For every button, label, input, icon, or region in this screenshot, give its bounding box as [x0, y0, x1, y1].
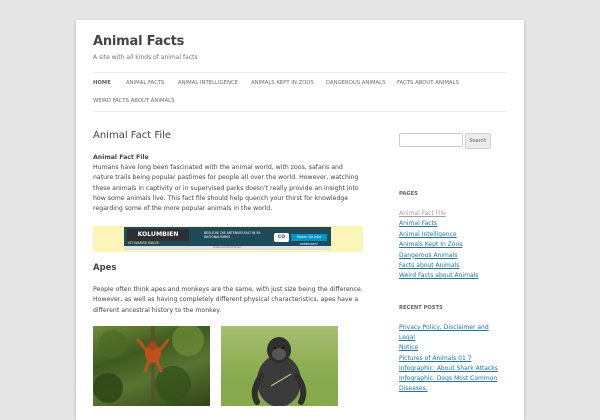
nav-item-animal-facts[interactable]: Animal Facts: [126, 80, 164, 86]
section-body-apes: People often think apes and monkeys are …: [93, 286, 363, 314]
nav-item-weird-facts-about-animals[interactable]: Weird Facts About Animals: [93, 98, 174, 104]
advertisement-banner[interactable]: KOLUMBIEN IST WAHRE MAGIE BESUCHE DIE AR…: [93, 226, 363, 252]
site-title[interactable]: Animal Facts: [93, 34, 184, 49]
pages-widget-title: Pages: [399, 191, 418, 197]
page-link-animal-fact-file[interactable]: Animal Fact File: [399, 209, 499, 219]
pages-list: Animal Fact File Animal Facts Animal Int…: [399, 209, 499, 282]
entry-body: Humans have long been fascinated with th…: [93, 164, 359, 213]
page-link-animals-kept-in-zoos[interactable]: Animals Kept In Zoos: [399, 240, 499, 250]
nav-item-animal-intelligence[interactable]: Animal Intelligence: [178, 80, 238, 86]
page-link-dangerous-animals[interactable]: Dangerous Animals: [399, 251, 499, 261]
page-link-animal-intelligence[interactable]: Animal Intelligence: [399, 230, 499, 240]
nav-item-home[interactable]: Home: [93, 80, 111, 86]
ad-tagline: IST WAHRE MAGIE: [128, 241, 159, 245]
page-link-facts-about-animals[interactable]: Facts about Animals: [399, 261, 499, 271]
nav-item-animals-kept-in-zoos[interactable]: Animals Kept In Zoos: [251, 80, 314, 86]
recent-posts-list: Privacy Policy, Disclaimer and Legal Not…: [399, 323, 499, 394]
search-input[interactable]: [399, 133, 463, 147]
gorilla-photo[interactable]: [221, 326, 338, 406]
nav-item-dangerous-animals[interactable]: Dangerous Animals: [326, 80, 385, 86]
ad-footer: Datenschutzrichtlinien: [124, 246, 331, 250]
orangutan-photo[interactable]: [93, 326, 210, 406]
search-button[interactable]: Search: [465, 133, 491, 149]
entry-subheading: Animal Fact File: [93, 154, 149, 161]
site-description: A site with all kinds of animal facts: [93, 54, 198, 61]
recent-post-link[interactable]: Notice: [399, 343, 499, 353]
entry-title: Animal Fact File: [93, 130, 172, 141]
page-link-weird-facts-about-animals[interactable]: Weird Facts about Animals: [399, 271, 499, 281]
ad-button[interactable]: Reisen Sie jetzt entdecken!: [291, 234, 327, 246]
recent-post-link[interactable]: Infographic: Dogs Most Common: [399, 374, 499, 384]
recent-post-link[interactable]: Diseases.: [399, 384, 499, 394]
orangutan-illustration: [93, 326, 204, 406]
section-title-apes: Apes: [93, 263, 117, 273]
page-link-animal-facts[interactable]: Animal Facts: [399, 219, 499, 229]
main-navigation: Home Animal Facts Animal Intelligence An…: [93, 72, 507, 112]
main-content: Animal Fact File Animal Fact File Humans…: [93, 130, 363, 212]
recent-post-link[interactable]: Pictures of Animals 01 7: [399, 354, 499, 364]
recent-posts-widget-title: Recent Posts: [399, 305, 443, 311]
recent-post-link[interactable]: Infographic: About Shark Attacks: [399, 364, 499, 374]
ad-logo: CO: [274, 233, 289, 242]
nav-item-facts-about-animals[interactable]: Facts About Animals: [397, 80, 459, 86]
gorilla-illustration: [221, 337, 338, 406]
ad-brand: KOLUMBIEN: [127, 229, 189, 241]
ad-creative[interactable]: KOLUMBIEN IST WAHRE MAGIE BESUCHE DIE AR…: [124, 227, 331, 250]
ad-text: BESUCHE DIE ARTENVIELFALT IN 59 NATIONAL…: [204, 231, 261, 240]
site-container: Animal Facts A site with all kinds of an…: [76, 20, 524, 420]
recent-post-link[interactable]: Privacy Policy, Disclaimer and Legal: [399, 323, 499, 343]
